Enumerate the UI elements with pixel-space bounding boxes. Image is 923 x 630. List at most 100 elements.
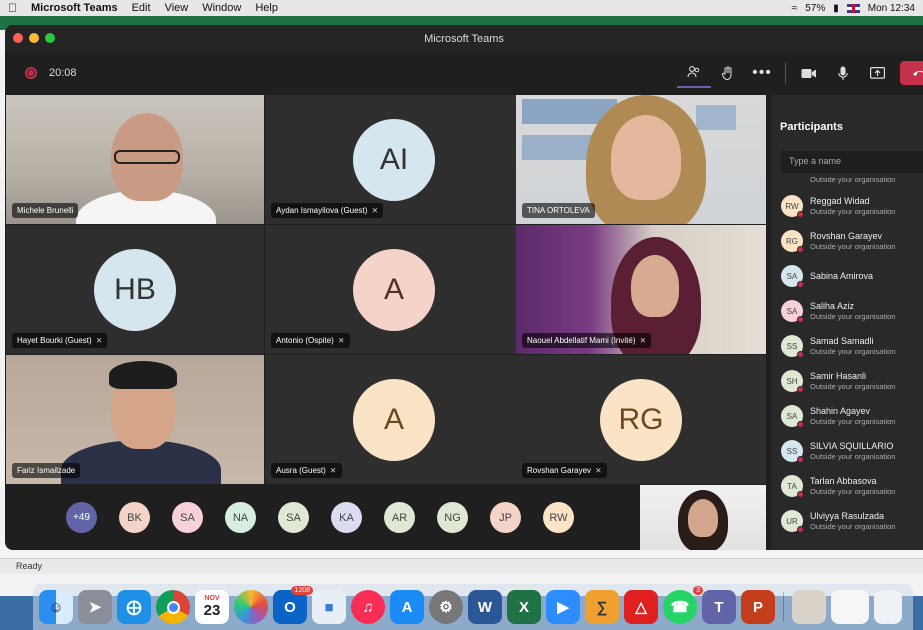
participant-search-input[interactable]: Type a name: [781, 151, 923, 173]
tile-name-label: TINA ORTOLEVA: [522, 203, 595, 218]
share-screen-button[interactable]: [860, 58, 894, 88]
participant-item[interactable]: SA Shahin Agayev Outside your organisatio…: [781, 405, 923, 428]
wifi-icon[interactable]: ≈: [792, 3, 798, 14]
menu-view[interactable]: View: [165, 2, 189, 14]
participant-item[interactable]: SH Samir Hasanli Outside your organisatio…: [781, 370, 923, 393]
system-preferences-icon[interactable]: ⚙: [429, 590, 463, 624]
participants-toggle-button[interactable]: [677, 58, 711, 88]
video-tile-naouel-abdellatif-mami[interactable]: Naouel Abdellatif Mami (Invité) ⨯: [516, 225, 766, 354]
photos-icon[interactable]: [234, 590, 268, 624]
video-tile-hayet-bourki[interactable]: HB Hayet Bourki (Guest) ⨯: [6, 225, 264, 354]
strip-avatar[interactable]: AR: [384, 502, 415, 533]
overflow-participants-strip: +49 BK SA NA SA KA AR NG JP RW: [6, 485, 640, 550]
video-tile-michele-brunelli[interactable]: Michele Brunelli: [6, 95, 264, 224]
excel-status-text: Ready: [16, 561, 43, 571]
participant-item[interactable]: SA Saliha Aziz Outside your organisation: [781, 300, 923, 323]
calculator-icon[interactable]: ∑: [585, 590, 619, 624]
status-badge: [797, 421, 804, 428]
menubar-clock[interactable]: Mon 12:34: [868, 3, 915, 14]
calendar-icon[interactable]: NOV 23: [195, 590, 229, 624]
menubar:  Microsoft Teams Edit View Window Help …: [0, 0, 923, 16]
menu-app-name[interactable]: Microsoft Teams: [31, 2, 118, 14]
more-actions-button[interactable]: •••: [745, 58, 779, 88]
maximize-window-button[interactable]: [45, 33, 55, 43]
close-window-button[interactable]: [13, 33, 23, 43]
status-badge: [797, 456, 804, 463]
mic-off-icon: ⨯: [371, 206, 379, 215]
battery-percent[interactable]: 57%: [805, 3, 825, 14]
acrobat-icon[interactable]: △: [624, 590, 658, 624]
hang-up-icon: [913, 71, 923, 76]
participant-item[interactable]: UR Ulviyya Rasulzada Outside your organis…: [781, 510, 923, 533]
strip-avatar[interactable]: SA: [172, 502, 203, 533]
status-badge: [797, 491, 804, 498]
strip-avatar[interactable]: SA: [278, 502, 309, 533]
window-title: Microsoft Teams: [424, 32, 504, 45]
chrome-icon[interactable]: [156, 590, 190, 624]
excel-icon[interactable]: X: [507, 590, 541, 624]
app-store-icon[interactable]: A: [390, 590, 424, 624]
tile-name-label: Rovshan Garayev ⨯: [522, 463, 607, 478]
video-tile-antonio[interactable]: A Antonio (Ospite) ⨯: [265, 225, 523, 354]
menu-help[interactable]: Help: [255, 2, 278, 14]
hand-icon: [722, 66, 732, 80]
camera-icon: [801, 68, 816, 78]
participant-avatar: AI: [353, 118, 435, 201]
zoom-icon[interactable]: ▶: [546, 590, 580, 624]
strip-avatar[interactable]: KA: [331, 502, 362, 533]
tile-name-label: Ausra (Guest) ⨯: [271, 463, 342, 478]
participant-item[interactable]: TA Tarlan Abbasova Outside your organisat…: [781, 475, 923, 498]
participant-item[interactable]: RW Reggad Widad Outside your organisation: [781, 195, 923, 218]
outlook-icon[interactable]: O 1208: [273, 586, 313, 624]
participant-video: [109, 361, 177, 389]
menu-window[interactable]: Window: [202, 2, 241, 14]
participant-video: [631, 255, 679, 317]
battery-icon[interactable]: ▮: [833, 3, 839, 14]
self-view-video[interactable]: [640, 485, 766, 550]
camera-button[interactable]: [792, 58, 826, 88]
status-badge: [797, 386, 804, 393]
strip-avatar[interactable]: BK: [119, 502, 150, 533]
uk-flag-icon[interactable]: [846, 3, 860, 13]
whatsapp-icon[interactable]: ☎ 3: [663, 586, 703, 624]
video-tile-aydan-ismayilova[interactable]: AI Aydan Ismayilova (Guest) ⨯: [265, 95, 523, 224]
microphone-button[interactable]: [826, 58, 860, 88]
participant-item[interactable]: SS SILVIA SQUILLARIO Outside your organis…: [781, 440, 923, 463]
minimized-window-thumbnail[interactable]: [874, 590, 902, 624]
minimize-window-button[interactable]: [29, 33, 39, 43]
strip-avatar[interactable]: RW: [543, 502, 574, 533]
participant-item[interactable]: SA Sabina Amirova: [781, 265, 923, 288]
wall-picture: [522, 135, 592, 160]
keynote-icon[interactable]: ■: [312, 590, 346, 624]
video-tile-fariz-ismailzade[interactable]: Fariz Ismailzade: [6, 355, 264, 484]
participant-item[interactable]: SS Samad Samadli Outside your organisatio…: [781, 335, 923, 358]
video-grid: Michele Brunelli AI Aydan Ismayilova (Gu…: [6, 95, 766, 485]
status-badge: [797, 351, 804, 358]
raise-hand-button[interactable]: [711, 58, 745, 88]
powerpoint-icon[interactable]: P: [741, 590, 775, 624]
video-tile-tina-ortoleva[interactable]: TINA ORTOLEVA: [516, 95, 766, 224]
strip-avatar[interactable]: NA: [225, 502, 256, 533]
participant-avatar: RG: [600, 378, 682, 461]
strip-avatar[interactable]: NG: [437, 502, 468, 533]
notification-badge: 1208: [291, 586, 313, 595]
status-badge: [797, 281, 804, 288]
more-participants-button[interactable]: +49: [66, 502, 97, 533]
minimized-window-thumbnail[interactable]: [831, 590, 869, 624]
apple-icon[interactable]: : [8, 1, 17, 15]
finder-icon[interactable]: ☺: [39, 590, 73, 624]
safari-icon[interactable]: ⨁: [117, 590, 151, 624]
leave-call-button[interactable]: [900, 61, 923, 85]
menubar-status: ≈ 57% ▮ Mon 12:34: [792, 3, 915, 14]
word-icon[interactable]: W: [468, 590, 502, 624]
launchpad-icon[interactable]: ➤: [78, 590, 112, 624]
teams-icon[interactable]: T: [702, 590, 736, 624]
participant-item[interactable]: RG Rovshan Garayev Outside your organisat…: [781, 230, 923, 253]
strip-avatar[interactable]: JP: [490, 502, 521, 533]
video-tile-rovshan-garayev[interactable]: RG Rovshan Garayev ⨯: [516, 355, 766, 484]
tile-name-label: Antonio (Ospite) ⨯: [271, 333, 350, 348]
recent-document-thumbnail[interactable]: [792, 590, 826, 624]
menu-edit[interactable]: Edit: [132, 2, 151, 14]
video-tile-ausra[interactable]: A Ausra (Guest) ⨯: [265, 355, 523, 484]
music-icon[interactable]: ♫: [351, 590, 385, 624]
